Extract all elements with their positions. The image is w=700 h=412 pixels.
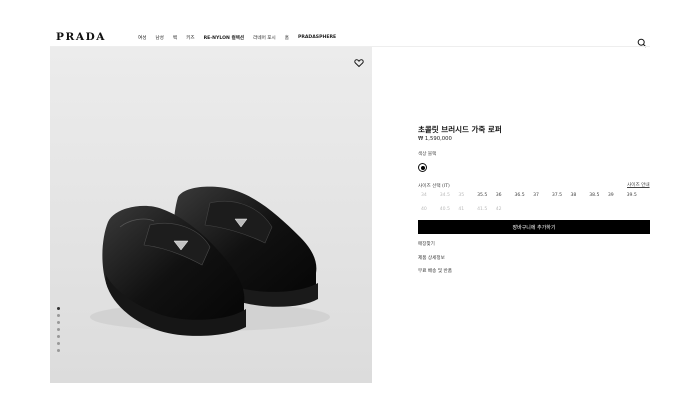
color-label: 색상 블랙 <box>418 152 437 157</box>
main-nav: 여성 남성 백 키즈 RE-NYLON 컬렉션 라네어 포시 홈 PRADASPHERE <box>138 35 345 41</box>
size-option[interactable]: 34 <box>418 193 437 198</box>
size-label: 사이즈 선택 (IT) <box>418 184 450 189</box>
gallery-dot[interactable] <box>57 349 60 352</box>
search-button[interactable] <box>637 33 647 48</box>
add-to-cart-button[interactable]: 장바구니에 추가하기 <box>418 220 650 234</box>
size-option[interactable]: 41.5 <box>474 207 493 212</box>
color-swatch-black[interactable] <box>418 163 427 172</box>
nav-item[interactable]: PRADASPHERE <box>298 35 336 41</box>
prada-logo[interactable]: PRADA <box>56 31 106 43</box>
product-title: 초콜릿 브러시드 가죽 로퍼 <box>418 125 502 134</box>
size-option[interactable]: 35 <box>455 193 474 198</box>
size-option[interactable]: 35.5 <box>474 193 493 198</box>
product-details-link[interactable]: 제품 상세정보 <box>418 255 445 261</box>
product-image <box>50 47 372 383</box>
site-header: PRADA 여성 남성 백 키즈 RE-NYLON 컬렉션 라네어 포시 홈 PRADASPH… <box>0 0 700 48</box>
size-option[interactable]: 41 <box>455 207 474 212</box>
size-option[interactable]: 39.5 <box>624 193 643 198</box>
size-option[interactable]: 36.5 <box>511 193 530 198</box>
size-option[interactable]: 40.5 <box>437 207 456 212</box>
size-option[interactable]: 42 <box>493 207 512 212</box>
nav-item[interactable]: 키즈 <box>186 35 194 41</box>
nav-item[interactable]: 홈 <box>285 35 289 41</box>
nav-item[interactable]: 남성 <box>155 35 163 41</box>
gallery-dot[interactable] <box>57 314 60 317</box>
gallery-dot[interactable] <box>57 321 60 324</box>
size-option[interactable]: 40 <box>418 207 437 212</box>
store-finder-link[interactable]: 매장찾기 <box>418 241 435 247</box>
gallery-dot[interactable] <box>57 307 60 310</box>
size-option[interactable]: 38.5 <box>586 193 605 198</box>
size-option[interactable]: 36 <box>493 193 512 198</box>
nav-item[interactable]: RE-NYLON 컬렉션 <box>204 35 245 41</box>
size-option[interactable]: 37.5 <box>549 193 568 198</box>
gallery-pagination <box>57 307 60 352</box>
product-image-gallery[interactable] <box>50 47 372 383</box>
wishlist-button[interactable] <box>354 53 364 68</box>
size-option[interactable]: 37 <box>530 193 549 198</box>
product-price: ₩ 1,590,000 <box>418 136 452 142</box>
nav-item[interactable]: 여성 <box>138 35 146 41</box>
nav-item[interactable]: 라네어 포시 <box>253 35 276 41</box>
gallery-dot[interactable] <box>57 335 60 338</box>
size-option[interactable]: 34.5 <box>437 193 456 198</box>
gallery-dot[interactable] <box>57 342 60 345</box>
size-guide-link[interactable]: 사이즈 안내 <box>627 182 650 188</box>
size-selector: 34 34.5 35 35.5 36 36.5 37 37.5 38 38.5 39 39.5 40 40… <box>418 193 650 212</box>
size-option[interactable]: 38 <box>568 193 587 198</box>
shipping-returns-link[interactable]: 무료 배송 및 반품 <box>418 268 452 274</box>
size-option[interactable]: 39 <box>605 193 624 198</box>
heart-icon <box>354 59 364 68</box>
gallery-dot[interactable] <box>57 328 60 331</box>
nav-item[interactable]: 백 <box>173 35 177 41</box>
